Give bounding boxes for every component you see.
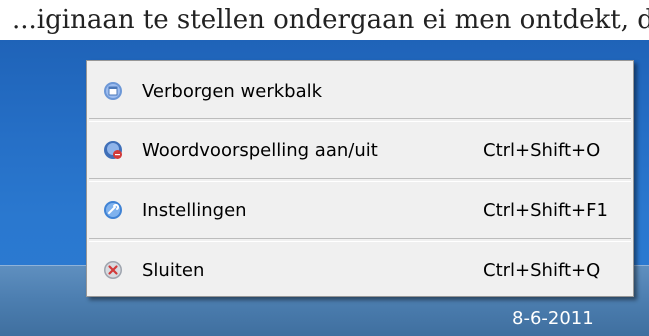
context-menu: Verborgen werkbalk Woordvoorspelling aan… — [86, 60, 634, 297]
taskbar-date[interactable]: 8-6-2011 — [512, 308, 594, 329]
menu-item-shortcut: Ctrl+Shift+Q — [483, 259, 601, 281]
menu-item-close[interactable]: Sluiten Ctrl+Shift+Q — [87, 245, 633, 295]
settings-icon — [104, 201, 122, 219]
menu-item-label: Sluiten — [142, 259, 205, 281]
menu-item-label: Instellingen — [142, 199, 247, 221]
menu-separator — [89, 178, 631, 182]
menu-item-settings[interactable]: Instellingen Ctrl+Shift+F1 — [87, 185, 633, 235]
menu-item-shortcut: Ctrl+Shift+F1 — [483, 199, 608, 221]
menu-item-shortcut: Ctrl+Shift+O — [483, 139, 601, 161]
menu-item-label: Woordvoorspelling aan/uit — [142, 139, 378, 161]
toolbar-icon — [104, 82, 122, 100]
menu-item-label: Verborgen werkbalk — [142, 80, 323, 102]
word-prediction-icon — [104, 141, 122, 159]
document-caption-text: ...iginaan te stellen ondergaan ei men o… — [0, 0, 649, 40]
menu-item-hidden-toolbar[interactable]: Verborgen werkbalk — [87, 66, 633, 116]
close-icon — [104, 261, 122, 279]
menu-separator — [89, 118, 631, 122]
menu-separator — [89, 238, 631, 242]
menu-item-word-prediction[interactable]: Woordvoorspelling aan/uit Ctrl+Shift+O — [87, 125, 633, 175]
